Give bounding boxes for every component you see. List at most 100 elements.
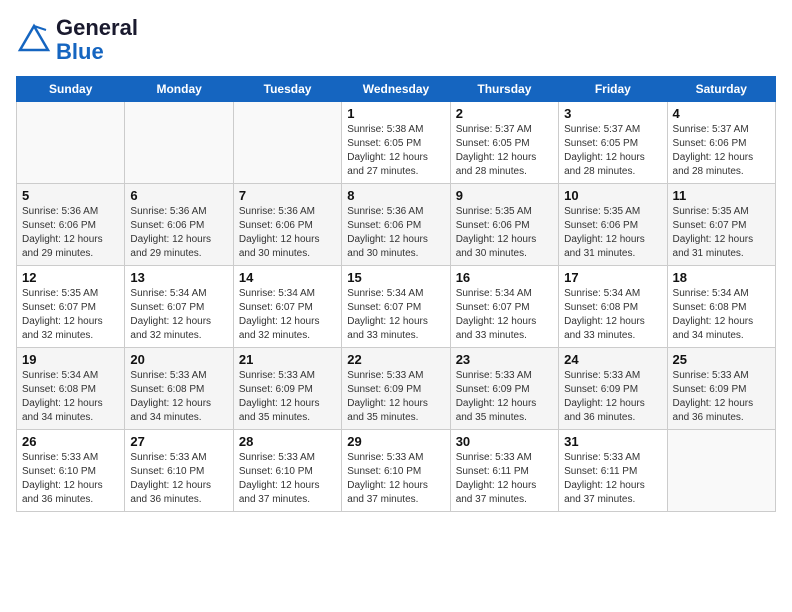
day-number: 14	[239, 270, 336, 285]
day-info: Sunrise: 5:33 AMSunset: 6:09 PMDaylight:…	[239, 369, 336, 425]
day-info: Sunrise: 5:33 AMSunset: 6:10 PMDaylight:…	[239, 451, 336, 507]
day-number: 28	[239, 434, 336, 449]
day-info: Sunrise: 5:33 AMSunset: 6:08 PMDaylight:…	[130, 369, 227, 425]
day-info: Sunrise: 5:35 AMSunset: 6:06 PMDaylight:…	[456, 205, 553, 261]
day-cell-22: 22 Sunrise: 5:33 AMSunset: 6:09 PMDayligh…	[342, 348, 450, 430]
day-number: 17	[564, 270, 661, 285]
day-number: 11	[673, 188, 770, 203]
week-row-5: 26 Sunrise: 5:33 AMSunset: 6:10 PMDayligh…	[17, 430, 776, 512]
day-number: 13	[130, 270, 227, 285]
day-cell-9: 9 Sunrise: 5:35 AMSunset: 6:06 PMDaylight…	[450, 184, 558, 266]
day-number: 21	[239, 352, 336, 367]
day-cell-1: 1Sunrise: 5:38 AMSunset: 6:05 PMDaylight…	[342, 102, 450, 184]
day-info: Sunrise: 5:33 AMSunset: 6:09 PMDaylight:…	[673, 369, 770, 425]
day-cell-10: 10 Sunrise: 5:35 AMSunset: 6:06 PMDayligh…	[559, 184, 667, 266]
day-cell-4: 4 Sunrise: 5:37 AMSunset: 6:06 PMDaylight…	[667, 102, 775, 184]
day-cell-18: 18 Sunrise: 5:34 AMSunset: 6:08 PMDayligh…	[667, 266, 775, 348]
day-info: Sunrise: 5:34 AMSunset: 6:07 PMDaylight:…	[456, 287, 553, 343]
week-row-2: 5 Sunrise: 5:36 AMSunset: 6:06 PMDaylight…	[17, 184, 776, 266]
week-row-3: 12Sunrise: 5:35 AMSunset: 6:07 PMDayligh…	[17, 266, 776, 348]
day-cell-15: 15 Sunrise: 5:34 AMSunset: 6:07 PMDayligh…	[342, 266, 450, 348]
day-cell-3: 3Sunrise: 5:37 AMSunset: 6:05 PMDaylight…	[559, 102, 667, 184]
calendar-table: SundayMondayTuesdayWednesdayThursdayFrid…	[16, 76, 776, 512]
day-number: 10	[564, 188, 661, 203]
day-info: Sunrise: 5:34 AMSunset: 6:08 PMDaylight:…	[564, 287, 661, 343]
day-cell-12: 12Sunrise: 5:35 AMSunset: 6:07 PMDayligh…	[17, 266, 125, 348]
day-cell-6: 6 Sunrise: 5:36 AMSunset: 6:06 PMDaylight…	[125, 184, 233, 266]
day-cell-19: 19 Sunrise: 5:34 AMSunset: 6:08 PMDayligh…	[17, 348, 125, 430]
day-number: 22	[347, 352, 444, 367]
day-number: 5	[22, 188, 119, 203]
day-info: Sunrise: 5:36 AMSunset: 6:06 PMDaylight:…	[22, 205, 119, 261]
day-info: Sunrise: 5:34 AMSunset: 6:08 PMDaylight:…	[673, 287, 770, 343]
day-info: Sunrise: 5:33 AMSunset: 6:10 PMDaylight:…	[22, 451, 119, 507]
day-header-saturday: Saturday	[667, 77, 775, 102]
day-cell-17: 17 Sunrise: 5:34 AMSunset: 6:08 PMDayligh…	[559, 266, 667, 348]
day-info: Sunrise: 5:34 AMSunset: 6:07 PMDaylight:…	[130, 287, 227, 343]
empty-cell	[233, 102, 341, 184]
day-number: 6	[130, 188, 227, 203]
day-info: Sunrise: 5:34 AMSunset: 6:07 PMDaylight:…	[347, 287, 444, 343]
day-info: Sunrise: 5:35 AMSunset: 6:07 PMDaylight:…	[673, 205, 770, 261]
day-cell-20: 20 Sunrise: 5:33 AMSunset: 6:08 PMDayligh…	[125, 348, 233, 430]
day-number: 2	[456, 106, 553, 121]
day-header-sunday: Sunday	[17, 77, 125, 102]
day-info: Sunrise: 5:33 AMSunset: 6:09 PMDaylight:…	[456, 369, 553, 425]
day-cell-24: 24 Sunrise: 5:33 AMSunset: 6:09 PMDayligh…	[559, 348, 667, 430]
day-number: 12	[22, 270, 119, 285]
day-info: Sunrise: 5:34 AMSunset: 6:07 PMDaylight:…	[239, 287, 336, 343]
day-cell-21: 21 Sunrise: 5:33 AMSunset: 6:09 PMDayligh…	[233, 348, 341, 430]
day-info: Sunrise: 5:33 AMSunset: 6:11 PMDaylight:…	[456, 451, 553, 507]
day-info: Sunrise: 5:34 AMSunset: 6:08 PMDaylight:…	[22, 369, 119, 425]
day-number: 7	[239, 188, 336, 203]
day-number: 25	[673, 352, 770, 367]
day-cell-5: 5 Sunrise: 5:36 AMSunset: 6:06 PMDaylight…	[17, 184, 125, 266]
day-cell-26: 26 Sunrise: 5:33 AMSunset: 6:10 PMDayligh…	[17, 430, 125, 512]
days-of-week-row: SundayMondayTuesdayWednesdayThursdayFrid…	[17, 77, 776, 102]
day-number: 26	[22, 434, 119, 449]
day-number: 24	[564, 352, 661, 367]
day-cell-23: 23Sunrise: 5:33 AMSunset: 6:09 PMDayligh…	[450, 348, 558, 430]
day-info: Sunrise: 5:33 AMSunset: 6:10 PMDaylight:…	[347, 451, 444, 507]
day-cell-7: 7 Sunrise: 5:36 AMSunset: 6:06 PMDaylight…	[233, 184, 341, 266]
day-number: 18	[673, 270, 770, 285]
day-info: Sunrise: 5:37 AMSunset: 6:05 PMDaylight:…	[456, 123, 553, 179]
day-cell-27: 27Sunrise: 5:33 AMSunset: 6:10 PMDayligh…	[125, 430, 233, 512]
week-row-1: 1Sunrise: 5:38 AMSunset: 6:05 PMDaylight…	[17, 102, 776, 184]
day-number: 27	[130, 434, 227, 449]
logo-icon	[16, 22, 52, 58]
day-number: 31	[564, 434, 661, 449]
day-number: 29	[347, 434, 444, 449]
day-header-friday: Friday	[559, 77, 667, 102]
day-cell-2: 2 Sunrise: 5:37 AMSunset: 6:05 PMDaylight…	[450, 102, 558, 184]
day-number: 4	[673, 106, 770, 121]
day-info: Sunrise: 5:36 AMSunset: 6:06 PMDaylight:…	[239, 205, 336, 261]
day-header-wednesday: Wednesday	[342, 77, 450, 102]
day-info: Sunrise: 5:33 AMSunset: 6:09 PMDaylight:…	[564, 369, 661, 425]
day-info: Sunrise: 5:37 AMSunset: 6:06 PMDaylight:…	[673, 123, 770, 179]
day-number: 15	[347, 270, 444, 285]
empty-cell	[667, 430, 775, 512]
day-cell-25: 25 Sunrise: 5:33 AMSunset: 6:09 PMDayligh…	[667, 348, 775, 430]
day-number: 30	[456, 434, 553, 449]
day-number: 9	[456, 188, 553, 203]
day-info: Sunrise: 5:33 AMSunset: 6:09 PMDaylight:…	[347, 369, 444, 425]
day-cell-16: 16 Sunrise: 5:34 AMSunset: 6:07 PMDayligh…	[450, 266, 558, 348]
day-number: 8	[347, 188, 444, 203]
logo-text: GeneralBlue	[56, 16, 138, 64]
day-number: 3	[564, 106, 661, 121]
day-cell-11: 11 Sunrise: 5:35 AMSunset: 6:07 PMDayligh…	[667, 184, 775, 266]
day-info: Sunrise: 5:36 AMSunset: 6:06 PMDaylight:…	[130, 205, 227, 261]
day-number: 19	[22, 352, 119, 367]
day-number: 20	[130, 352, 227, 367]
day-info: Sunrise: 5:35 AMSunset: 6:06 PMDaylight:…	[564, 205, 661, 261]
logo: GeneralBlue	[16, 16, 138, 64]
day-cell-28: 28 Sunrise: 5:33 AMSunset: 6:10 PMDayligh…	[233, 430, 341, 512]
day-cell-13: 13 Sunrise: 5:34 AMSunset: 6:07 PMDayligh…	[125, 266, 233, 348]
day-header-thursday: Thursday	[450, 77, 558, 102]
day-header-tuesday: Tuesday	[233, 77, 341, 102]
day-header-monday: Monday	[125, 77, 233, 102]
empty-cell	[125, 102, 233, 184]
day-info: Sunrise: 5:36 AMSunset: 6:06 PMDaylight:…	[347, 205, 444, 261]
day-number: 16	[456, 270, 553, 285]
